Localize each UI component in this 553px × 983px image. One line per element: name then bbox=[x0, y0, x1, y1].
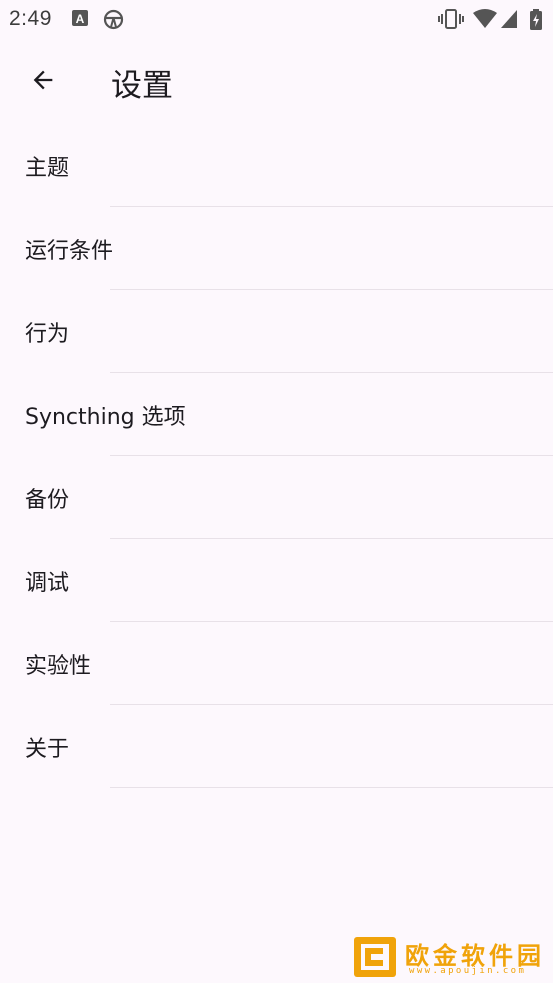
settings-item-label: 关于 bbox=[25, 737, 70, 762]
settings-item-label: 行为 bbox=[25, 322, 70, 347]
a-notification-icon: A bbox=[71, 9, 89, 31]
vibrate-icon bbox=[438, 9, 464, 33]
watermark: 欧金软件园 www.apoujin.com bbox=[353, 934, 548, 978]
watermark-url: www.apoujin.com bbox=[409, 966, 527, 976]
steering-wheel-icon bbox=[103, 9, 124, 34]
settings-item-label: 主题 bbox=[25, 156, 70, 181]
settings-item-label: 实验性 bbox=[25, 654, 92, 679]
settings-item-label: 调试 bbox=[25, 571, 70, 596]
settings-item-experimental[interactable]: 实验性 bbox=[0, 622, 553, 705]
settings-item-debug[interactable]: 调试 bbox=[0, 539, 553, 622]
settings-list: 主题 运行条件 行为 Syncthing 选项 备份 调试 实验性 关于 bbox=[0, 124, 553, 788]
settings-item-behavior[interactable]: 行为 bbox=[0, 290, 553, 373]
watermark-logo-icon bbox=[353, 936, 397, 982]
settings-item-label: 运行条件 bbox=[25, 239, 114, 264]
battery-charging-icon bbox=[529, 9, 543, 35]
wifi-icon bbox=[472, 9, 498, 33]
settings-item-label: Syncthing 选项 bbox=[25, 405, 186, 430]
settings-item-label: 备份 bbox=[25, 488, 70, 513]
svg-text:A: A bbox=[76, 12, 85, 26]
settings-item-theme[interactable]: 主题 bbox=[0, 124, 553, 207]
divider bbox=[110, 787, 553, 788]
settings-item-syncthing-options[interactable]: Syncthing 选项 bbox=[0, 373, 553, 456]
app-bar: 设置 bbox=[0, 38, 553, 124]
cell-signal-icon bbox=[500, 9, 518, 33]
settings-item-about[interactable]: 关于 bbox=[0, 705, 553, 788]
page-title: 设置 bbox=[111, 68, 173, 104]
settings-item-backup[interactable]: 备份 bbox=[0, 456, 553, 539]
status-time: 2:49 bbox=[9, 7, 52, 30]
back-button[interactable] bbox=[19, 58, 67, 106]
settings-item-run-conditions[interactable]: 运行条件 bbox=[0, 207, 553, 290]
status-bar: 2:49 A bbox=[0, 0, 553, 38]
arrow-back-icon bbox=[29, 66, 57, 98]
